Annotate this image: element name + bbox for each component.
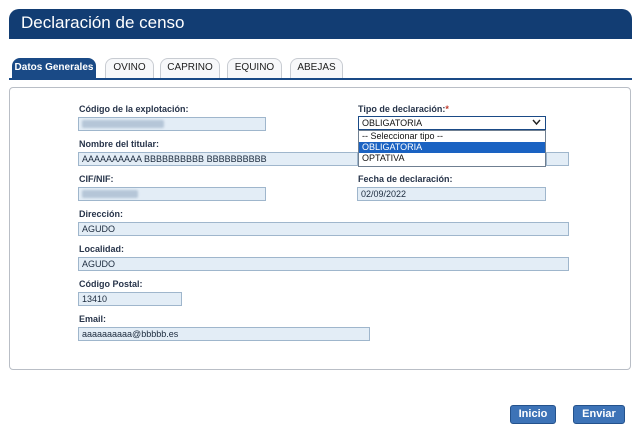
cp-label: Código Postal: [79, 279, 143, 289]
page-title: Declaración de censo [21, 13, 185, 32]
tipo-label: Tipo de declaración:* [358, 104, 449, 114]
option-optativa[interactable]: OPTATIVA [359, 153, 545, 164]
title-bar: Declaración de censo [9, 9, 632, 39]
tab-datos-generales[interactable]: Datos Generales [12, 58, 96, 79]
email-field[interactable]: aaaaaaaaaa@bbbbb.es [78, 327, 370, 341]
localidad-label: Localidad: [79, 244, 125, 254]
redacted-value [82, 120, 164, 128]
tab-ovino[interactable]: OVINO [105, 58, 154, 79]
option-seleccionar-tipo[interactable]: -- Seleccionar tipo -- [359, 131, 545, 142]
codigo-field[interactable] [78, 117, 266, 131]
tab-equino[interactable]: EQUINO [227, 58, 282, 79]
redacted-value [82, 190, 138, 198]
inicio-button[interactable]: Inicio [510, 405, 556, 424]
fecha-field[interactable]: 02/09/2022 [357, 187, 546, 201]
tipo-selected-value: OBLIGATORIA [362, 118, 423, 128]
chevron-down-icon [532, 117, 541, 129]
direccion-field[interactable]: AGUDO [78, 222, 569, 236]
localidad-field[interactable]: AGUDO [78, 257, 569, 271]
tab-underline [9, 78, 632, 80]
fecha-label: Fecha de declaración: [358, 174, 453, 184]
direccion-label: Dirección: [79, 209, 124, 219]
required-marker: * [445, 104, 449, 114]
nombre-field-tail[interactable] [546, 152, 569, 166]
tab-caprino[interactable]: CAPRINO [160, 58, 220, 79]
codigo-label: Código de la explotación: [79, 104, 189, 114]
nombre-label: Nombre del titular: [79, 139, 160, 149]
cif-field[interactable] [78, 187, 266, 201]
tab-abejas[interactable]: ABEJAS [290, 58, 343, 79]
cp-field[interactable]: 13410 [78, 292, 182, 306]
nombre-field[interactable]: AAAAAAAAAA BBBBBBBBBB BBBBBBBBBB [78, 152, 358, 166]
email-label: Email: [79, 314, 107, 324]
option-obligatoria[interactable]: OBLIGATORIA [359, 142, 545, 153]
tipo-dropdown-list: -- Seleccionar tipo -- OBLIGATORIA OPTAT… [358, 130, 546, 167]
cif-label: CIF/NIF: [79, 174, 114, 184]
tipo-select[interactable]: OBLIGATORIA [358, 116, 546, 130]
enviar-button[interactable]: Enviar [573, 405, 625, 424]
